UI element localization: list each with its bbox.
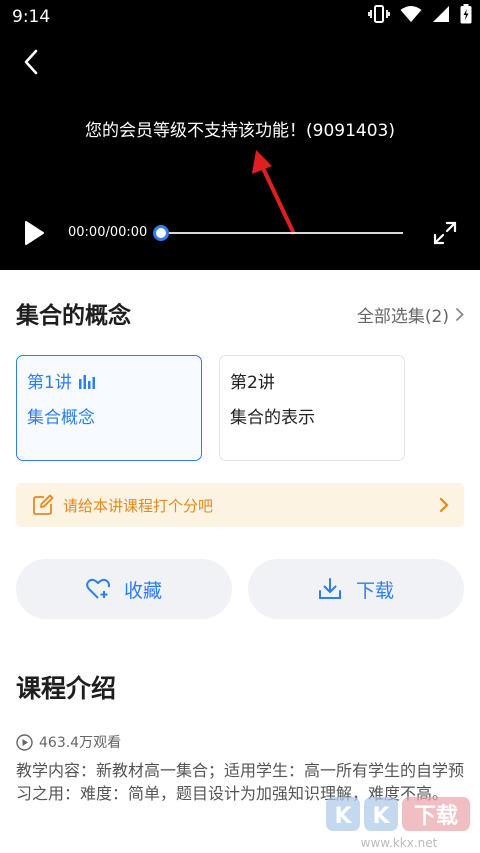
svg-text:K: K [372,804,390,829]
chevron-right-icon [455,307,464,322]
lecture-name: 集合的表示 [230,408,315,428]
course-title: 集合的概念 [16,303,131,329]
status-time: 9:14 [12,7,51,27]
signal-icon [432,5,450,27]
fullscreen-icon [433,221,457,245]
status-icons [368,4,472,28]
view-count: 463.4万观看 [16,732,121,752]
heart-plus-icon [86,578,110,599]
error-message: 您的会员等级不支持该功能！(9091403) [85,121,395,141]
intro-title: 课程介绍 [16,674,117,703]
favorite-button[interactable]: 收藏 [16,559,232,619]
rating-prompt-bar[interactable]: 请给本讲课程打个分吧 [16,483,464,527]
vibrate-icon [368,5,390,27]
lecture-card-2[interactable]: 第2讲 集合的表示 [219,355,405,461]
all-episodes-label: 全部选集(2) [356,307,449,327]
battery-icon [460,4,472,28]
svg-text:www.kkx.net: www.kkx.net [361,836,438,850]
lecture-name: 集合概念 [27,408,95,428]
download-button[interactable]: 下载 [248,559,464,619]
progress-track[interactable] [160,232,403,234]
chevron-right-icon [439,497,449,513]
lecture-card-1[interactable]: 第1讲 集合概念 [16,355,202,461]
time-display: 00:00/00:00 [68,225,148,240]
download-icon [318,578,341,599]
annotation-arrow-icon [252,150,296,235]
all-episodes-link[interactable]: 全部选集(2) [357,302,464,327]
edit-icon [33,494,54,515]
svg-text:下载: 下载 [414,803,458,829]
rating-prompt-text: 请给本讲课程打个分吧 [63,497,214,515]
progress-knob[interactable] [153,225,169,241]
lecture-number: 第2讲 [230,373,275,393]
back-button[interactable] [16,46,48,78]
watermark-logo: K K 下载 www.kkx.net [326,797,470,850]
download-label: 下载 [355,579,394,602]
lecture-number: 第1讲 [27,373,72,393]
playing-bars-icon [78,374,95,389]
wifi-icon [400,5,422,27]
svg-text:K: K [334,804,352,829]
fullscreen-button[interactable] [432,220,458,246]
back-arrow-icon [24,49,38,75]
play-circle-icon [16,733,33,751]
view-count-text: 463.4万观看 [39,735,122,751]
play-icon [25,221,44,245]
play-button[interactable] [22,220,46,246]
favorite-label: 收藏 [123,579,162,602]
video-player[interactable]: 9:14 您的会员等级不支持该功能！(9091403) 00:00/00:00 [0,0,480,270]
